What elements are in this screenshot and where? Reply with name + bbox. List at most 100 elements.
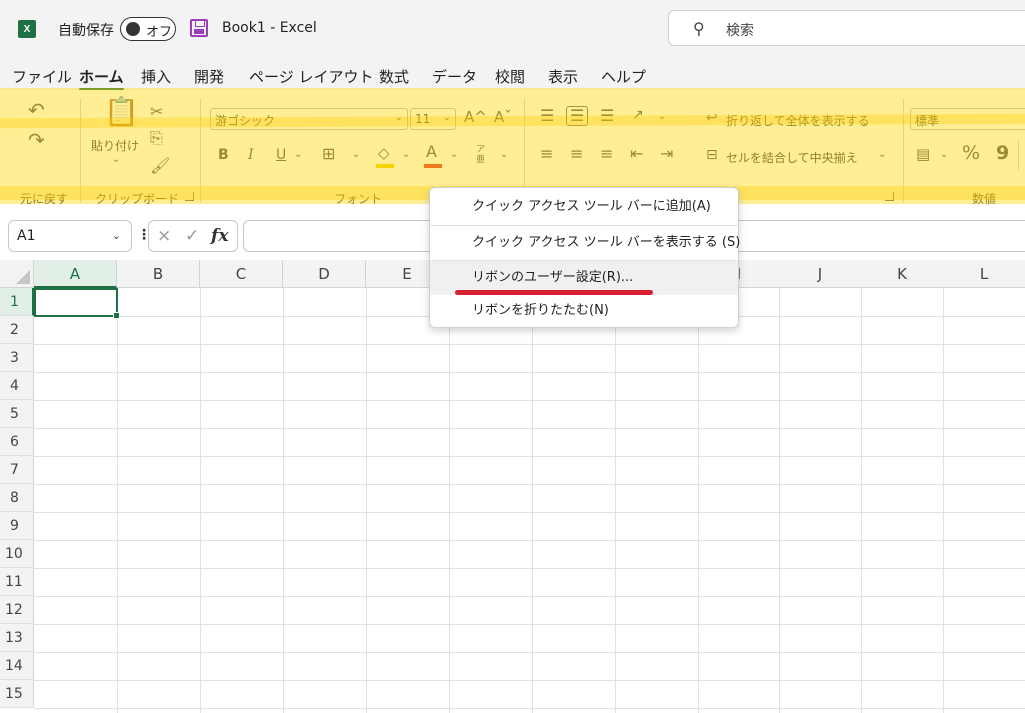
grid-line: [34, 596, 1025, 597]
grow-font-button[interactable]: A^: [464, 110, 487, 125]
column-header[interactable]: K: [861, 260, 944, 288]
italic-button[interactable]: I: [248, 148, 254, 162]
tab-file[interactable]: ファイル: [12, 66, 72, 87]
row-header[interactable]: 9: [0, 512, 34, 540]
row-header[interactable]: 13: [0, 624, 34, 652]
cancel-icon[interactable]: ×: [157, 226, 171, 246]
autosave-toggle[interactable]: オフ: [120, 17, 176, 41]
column-header[interactable]: L: [943, 260, 1025, 288]
row-header[interactable]: 1: [0, 288, 34, 316]
row-header[interactable]: 2: [0, 316, 34, 344]
enter-icon[interactable]: ✓: [185, 226, 199, 246]
row-header[interactable]: 12: [0, 596, 34, 624]
underline-dropdown-icon[interactable]: ⌄: [294, 150, 302, 160]
menu-item-show-quick-access[interactable]: クイック アクセス ツール バーを表示する (S): [430, 226, 740, 260]
search-box[interactable]: ⚲ 検索: [668, 10, 1025, 46]
name-box[interactable]: A1 ⌄: [8, 220, 132, 252]
font-name-select[interactable]: 游ゴシック ⌄: [210, 108, 408, 130]
merge-dropdown-icon[interactable]: ⌄: [878, 150, 886, 160]
column-header[interactable]: C: [200, 260, 283, 288]
column-header[interactable]: A: [34, 260, 117, 288]
row-header[interactable]: 15: [0, 680, 34, 708]
fill-color-dropdown-icon[interactable]: ⌄: [402, 150, 410, 160]
clipboard-launcher-icon[interactable]: [185, 192, 194, 201]
underline-button[interactable]: U: [276, 148, 286, 162]
row-header[interactable]: 10: [0, 540, 34, 568]
active-cell-a1[interactable]: [34, 288, 120, 319]
number-format-select[interactable]: 標準: [910, 108, 1025, 130]
percent-button[interactable]: %: [962, 144, 980, 163]
grid-line: [34, 400, 1025, 401]
paste-label[interactable]: 貼り付け: [91, 137, 139, 154]
tab-home[interactable]: ホーム: [79, 66, 124, 91]
borders-dropdown-icon[interactable]: ⌄: [352, 150, 360, 160]
shrink-font-button[interactable]: Aˇ: [494, 110, 512, 125]
tab-developer[interactable]: 開発: [194, 66, 224, 87]
format-painter-icon[interactable]: 🖌: [150, 158, 170, 174]
menu-item-collapse-ribbon[interactable]: リボンを折りたたむ(N): [430, 294, 738, 328]
grid-line: [34, 624, 1025, 625]
group-divider: [200, 98, 201, 202]
borders-icon[interactable]: ⊞: [322, 146, 335, 162]
tab-review[interactable]: 校閲: [495, 66, 525, 87]
currency-dropdown-icon[interactable]: ⌄: [940, 150, 948, 160]
tab-insert[interactable]: 挿入: [141, 66, 171, 87]
align-center-icon[interactable]: ≡: [570, 146, 583, 162]
row-header[interactable]: 11: [0, 568, 34, 596]
row-header[interactable]: 7: [0, 456, 34, 484]
font-group-label: フォント: [334, 192, 383, 206]
column-header[interactable]: B: [117, 260, 200, 288]
align-right-icon[interactable]: ≡: [600, 146, 613, 162]
tab-view[interactable]: 表示: [548, 66, 578, 87]
decrease-indent-icon[interactable]: ⇤: [630, 146, 643, 162]
phonetic-button[interactable]: ア亜: [476, 145, 488, 166]
fill-color-icon[interactable]: ◇: [378, 146, 390, 161]
grid-line: [861, 288, 862, 713]
align-left-icon[interactable]: ≡: [540, 146, 553, 162]
select-all-button[interactable]: [0, 260, 34, 288]
orientation-icon[interactable]: ↗: [632, 108, 644, 122]
wrap-text-icon[interactable]: ↩: [706, 111, 718, 125]
font-size-select[interactable]: 11 ⌄: [410, 108, 456, 130]
column-header[interactable]: J: [779, 260, 862, 288]
merge-center-icon[interactable]: ⊟: [706, 148, 718, 162]
menu-item-add-to-quick-access[interactable]: クイック アクセス ツール バーに追加(A): [430, 190, 738, 224]
comma-style-button[interactable]: 9: [996, 144, 1009, 163]
row-header[interactable]: 4: [0, 372, 34, 400]
font-name-value: 游ゴシック: [215, 114, 276, 128]
save-icon[interactable]: [190, 19, 208, 37]
autosave-toggle-label: オフ: [146, 25, 173, 40]
row-header[interactable]: 14: [0, 652, 34, 680]
align-bottom-icon[interactable]: ☰: [600, 108, 614, 124]
copy-icon[interactable]: ⎘: [150, 130, 163, 146]
row-header[interactable]: 6: [0, 428, 34, 456]
excel-logo-icon: X: [18, 20, 36, 38]
tab-help[interactable]: ヘルプ: [601, 66, 646, 87]
tab-page-layout[interactable]: ページ レイアウト: [249, 66, 373, 87]
redo-icon[interactable]: ↷: [28, 130, 45, 150]
bold-button[interactable]: B: [218, 148, 229, 162]
paste-dropdown-icon[interactable]: ⌄: [112, 155, 120, 165]
font-color-dropdown-icon[interactable]: ⌄: [450, 150, 458, 160]
insert-function-button[interactable]: fx: [211, 226, 228, 246]
font-color-button[interactable]: A: [426, 144, 437, 160]
cut-icon[interactable]: ✂: [150, 104, 163, 120]
align-middle-icon[interactable]: ☰: [566, 106, 589, 126]
paste-icon[interactable]: 📋: [104, 98, 139, 126]
row-header[interactable]: 5: [0, 400, 34, 428]
column-header[interactable]: D: [283, 260, 366, 288]
tab-formulas[interactable]: 数式: [379, 66, 409, 87]
number-group-label: 数値: [972, 192, 997, 206]
row-header[interactable]: 3: [0, 344, 34, 372]
currency-format-icon[interactable]: ▤: [916, 147, 930, 162]
merge-center-button[interactable]: セルを結合して中央揃え: [726, 149, 858, 166]
wrap-text-button[interactable]: 折り返して全体を表示する: [726, 112, 870, 129]
row-header[interactable]: 8: [0, 484, 34, 512]
tab-data[interactable]: データ: [432, 66, 477, 87]
increase-indent-icon[interactable]: ⇥: [660, 146, 673, 162]
orientation-dropdown-icon[interactable]: ⌄: [658, 112, 666, 122]
alignment-launcher-icon[interactable]: [885, 192, 894, 201]
phonetic-dropdown-icon[interactable]: ⌄: [500, 150, 508, 160]
align-top-icon[interactable]: ☰: [540, 108, 554, 124]
undo-icon[interactable]: ↶: [28, 100, 45, 120]
